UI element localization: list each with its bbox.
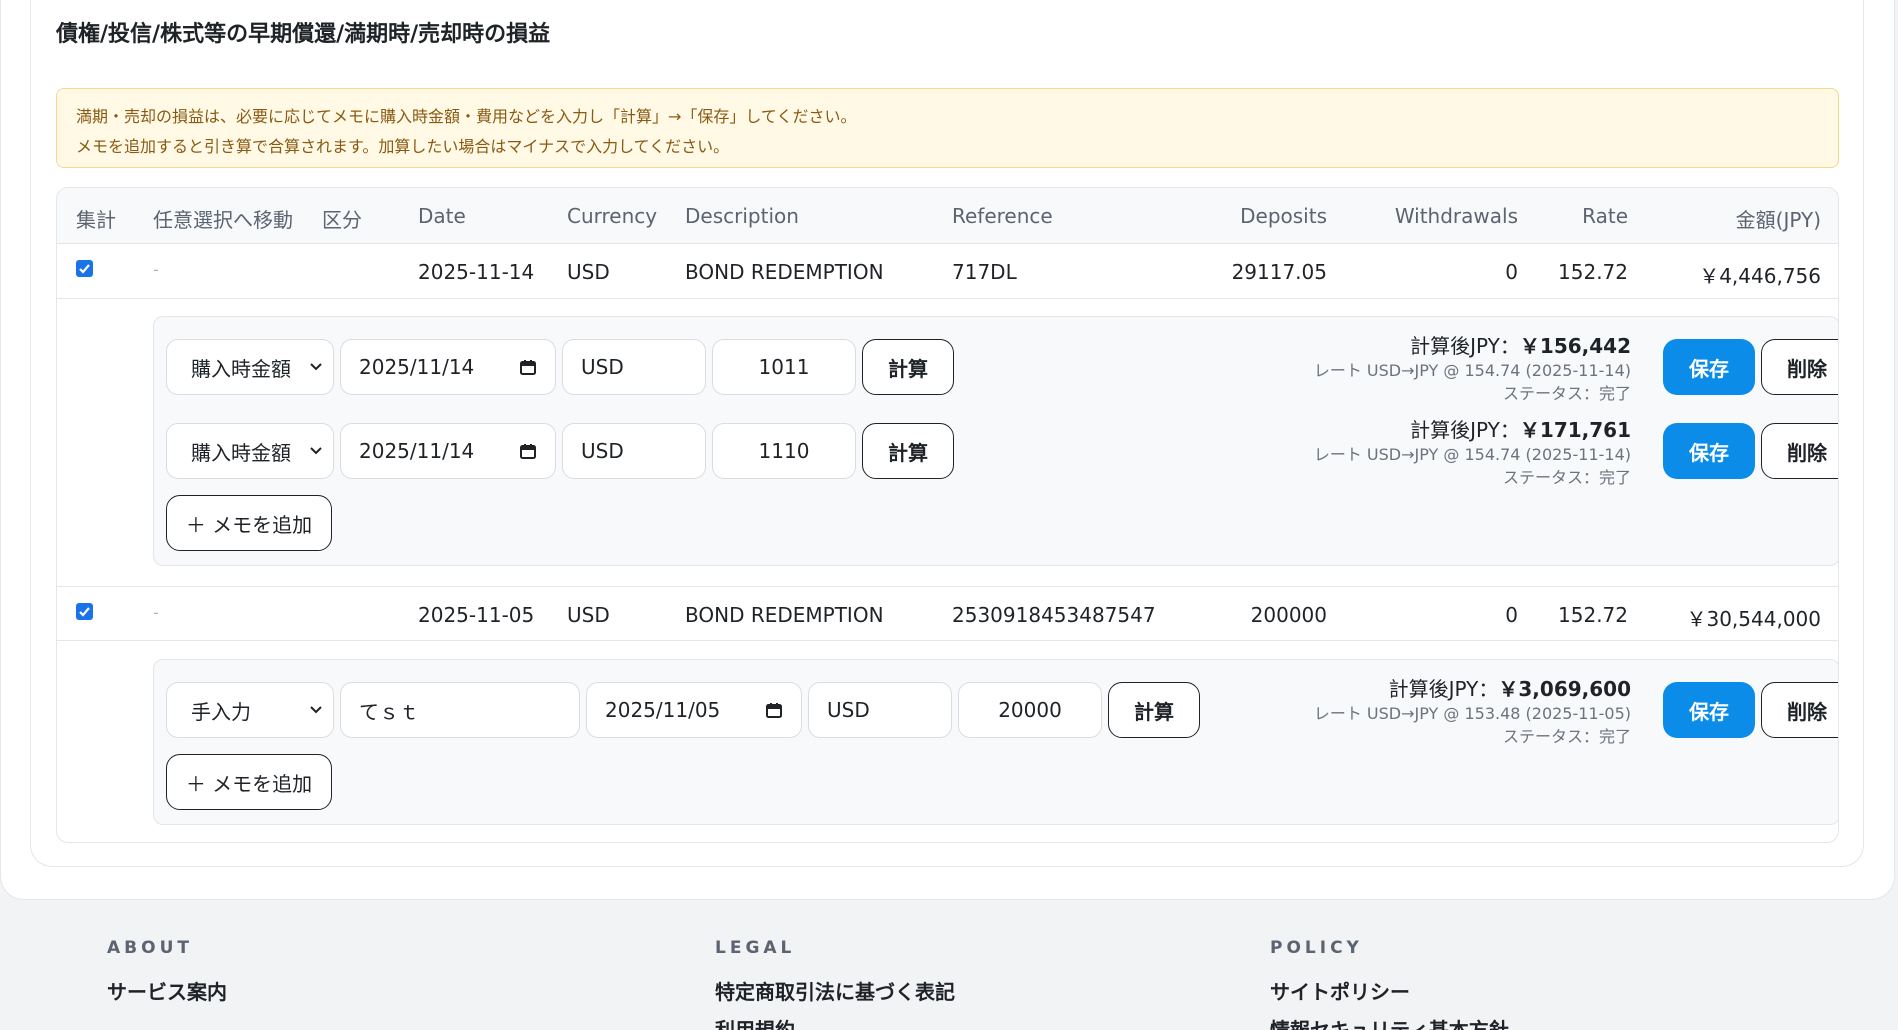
result-label: 計算後JPY： xyxy=(1388,677,1499,701)
memo-currency-input[interactable]: USD xyxy=(562,423,706,479)
calendar-icon[interactable] xyxy=(765,701,783,719)
amount-jpy-cell: ￥30,544,000 xyxy=(1686,607,1821,631)
calculate-button[interactable]: 計算 xyxy=(862,339,954,395)
delete-button[interactable]: 削除 xyxy=(1761,423,1838,479)
rate-cell: 152.72 xyxy=(1558,603,1628,627)
footer-heading: ABOUT xyxy=(107,938,193,958)
move-cell[interactable]: - xyxy=(153,260,159,279)
rate-text: レート USD→JPY @ 153.48 (2025-11-05) xyxy=(1313,704,1631,723)
save-button[interactable]: 保存 xyxy=(1663,682,1755,738)
footer-heading: POLICY xyxy=(1270,938,1363,958)
withdrawals-cell: 0 xyxy=(1505,603,1518,627)
status-text: ステータス：完了 xyxy=(1502,384,1631,403)
col-header-aggregate: 集計 xyxy=(76,208,116,232)
col-header-category: 区分 xyxy=(322,208,362,232)
chevron-down-icon xyxy=(310,706,322,714)
withdrawals-cell: 0 xyxy=(1505,260,1518,284)
table-header: 集計 任意選択へ移動 区分 Date Currency Description … xyxy=(57,188,1838,244)
rate-cell: 152.72 xyxy=(1558,260,1628,284)
aggregate-checkbox[interactable] xyxy=(76,603,93,620)
currency-cell: USD xyxy=(567,603,610,627)
checkmark-icon xyxy=(79,264,90,274)
description-cell: BOND REDEMPTION xyxy=(685,260,884,284)
save-button[interactable]: 保存 xyxy=(1663,423,1755,479)
col-header-amount-jpy: 金額(JPY) xyxy=(1735,208,1821,232)
aggregate-checkbox[interactable] xyxy=(76,260,93,277)
table-row: - 2025-11-14 USD BOND REDEMPTION 717DL 2… xyxy=(57,244,1838,299)
footer-legal: LEGAL 特定商取引法に基づく表記 利用規約 xyxy=(715,938,955,1030)
move-cell[interactable]: - xyxy=(153,603,159,622)
calendar-icon[interactable] xyxy=(519,442,537,460)
delete-button[interactable]: 削除 xyxy=(1761,339,1838,395)
col-header-deposits: Deposits xyxy=(1240,204,1327,228)
add-memo-button[interactable]: ＋ メモを追加 xyxy=(166,495,332,551)
memo-panel: 手入力 てｓｔ 2025/11/05 USD 20000 計算 計算後JPY：￥… xyxy=(153,659,1838,825)
reference-cell: 2530918453487547 xyxy=(952,603,1156,627)
reference-cell: 717DL xyxy=(952,260,1017,284)
section-title: 債権/投信/株式等の早期償還/満期時/売却時の損益 xyxy=(56,22,551,47)
calculate-button[interactable]: 計算 xyxy=(1108,682,1200,738)
save-button[interactable]: 保存 xyxy=(1663,339,1755,395)
memo-amount-input[interactable]: 1011 xyxy=(712,339,856,395)
memo-result: 計算後JPY：￥156,442 レート USD→JPY @ 154.74 (20… xyxy=(1314,333,1631,405)
memo-date-input[interactable]: 2025/11/14 xyxy=(340,339,556,395)
footer-about: ABOUT サービス案内 xyxy=(107,938,227,1005)
footer-policy: POLICY サイトポリシー 情報セキュリティ基本方針 xyxy=(1270,938,1509,1030)
status-text: ステータス：完了 xyxy=(1502,468,1631,487)
notice-box: 満期・売却の損益は、必要に応じてメモに購入時金額・費用などを入力し「計算」→「保… xyxy=(56,88,1839,168)
memo-date-input[interactable]: 2025/11/14 xyxy=(340,423,556,479)
amount-jpy-cell: ￥4,446,756 xyxy=(1699,264,1821,288)
memo-result: 計算後JPY：￥3,069,600 レート USD→JPY @ 153.48 (… xyxy=(1314,676,1631,748)
table-row: - 2025-11-05 USD BOND REDEMPTION 2530918… xyxy=(57,586,1838,641)
col-header-currency: Currency xyxy=(567,204,658,228)
result-label: 計算後JPY： xyxy=(1410,418,1520,442)
col-header-description: Description xyxy=(685,204,799,228)
memo-type-select[interactable]: 手入力 xyxy=(166,682,334,738)
deposits-cell: 29117.05 xyxy=(1231,260,1327,284)
memo-amount-input[interactable]: 1110 xyxy=(712,423,856,479)
footer-heading: LEGAL xyxy=(715,938,796,958)
memo-date-input[interactable]: 2025/11/05 xyxy=(586,682,802,738)
chevron-down-icon xyxy=(310,363,322,371)
calendar-icon[interactable] xyxy=(519,358,537,376)
rate-text: レート USD→JPY @ 154.74 (2025-11-14) xyxy=(1313,445,1631,464)
rate-text: レート USD→JPY @ 154.74 (2025-11-14) xyxy=(1313,361,1631,380)
chevron-down-icon xyxy=(310,447,322,455)
transactions-table: 集計 任意選択へ移動 区分 Date Currency Description … xyxy=(56,187,1839,843)
result-value: ￥3,069,600 xyxy=(1498,677,1631,701)
notice-line-2: メモを追加すると引き算で合算されます。加算したい場合はマイナスで入力してください… xyxy=(76,137,730,156)
result-value: ￥171,761 xyxy=(1519,418,1631,442)
date-cell: 2025-11-14 xyxy=(418,260,535,284)
date-cell: 2025-11-05 xyxy=(418,603,535,627)
col-header-date: Date xyxy=(418,204,466,228)
col-header-withdrawals: Withdrawals xyxy=(1394,204,1518,228)
calculate-button[interactable]: 計算 xyxy=(862,423,954,479)
delete-button[interactable]: 削除 xyxy=(1761,682,1838,738)
footer-link-tokushoho[interactable]: 特定商取引法に基づく表記 xyxy=(715,976,955,1005)
result-label: 計算後JPY： xyxy=(1410,334,1520,358)
footer-link-terms[interactable]: 利用規約 xyxy=(715,1014,955,1030)
status-text: ステータス：完了 xyxy=(1502,727,1631,746)
footer-link-site-policy[interactable]: サイトポリシー xyxy=(1270,976,1509,1005)
memo-panel: 購入時金額 2025/11/14 USD 1011 計算 計算後JPY：￥156… xyxy=(153,316,1838,566)
memo-result: 計算後JPY：￥171,761 レート USD→JPY @ 154.74 (20… xyxy=(1314,417,1631,489)
description-cell: BOND REDEMPTION xyxy=(685,603,884,627)
col-header-move: 任意選択へ移動 xyxy=(153,208,293,232)
memo-type-select[interactable]: 購入時金額 xyxy=(166,339,334,395)
currency-cell: USD xyxy=(567,260,610,284)
result-value: ￥156,442 xyxy=(1519,334,1631,358)
footer-link-security-policy[interactable]: 情報セキュリティ基本方針 xyxy=(1270,1014,1509,1030)
add-memo-button[interactable]: ＋ メモを追加 xyxy=(166,754,332,810)
deposits-cell: 200000 xyxy=(1250,603,1327,627)
notice-line-1: 満期・売却の損益は、必要に応じてメモに購入時金額・費用などを入力し「計算」→「保… xyxy=(76,107,857,126)
memo-currency-input[interactable]: USD xyxy=(808,682,952,738)
footer-link-service[interactable]: サービス案内 xyxy=(107,976,227,1005)
col-header-rate: Rate xyxy=(1582,204,1628,228)
memo-note-input[interactable]: てｓｔ xyxy=(340,682,580,738)
col-header-reference: Reference xyxy=(952,204,1053,228)
checkmark-icon xyxy=(79,607,90,617)
memo-currency-input[interactable]: USD xyxy=(562,339,706,395)
memo-amount-input[interactable]: 20000 xyxy=(958,682,1102,738)
memo-type-select[interactable]: 購入時金額 xyxy=(166,423,334,479)
